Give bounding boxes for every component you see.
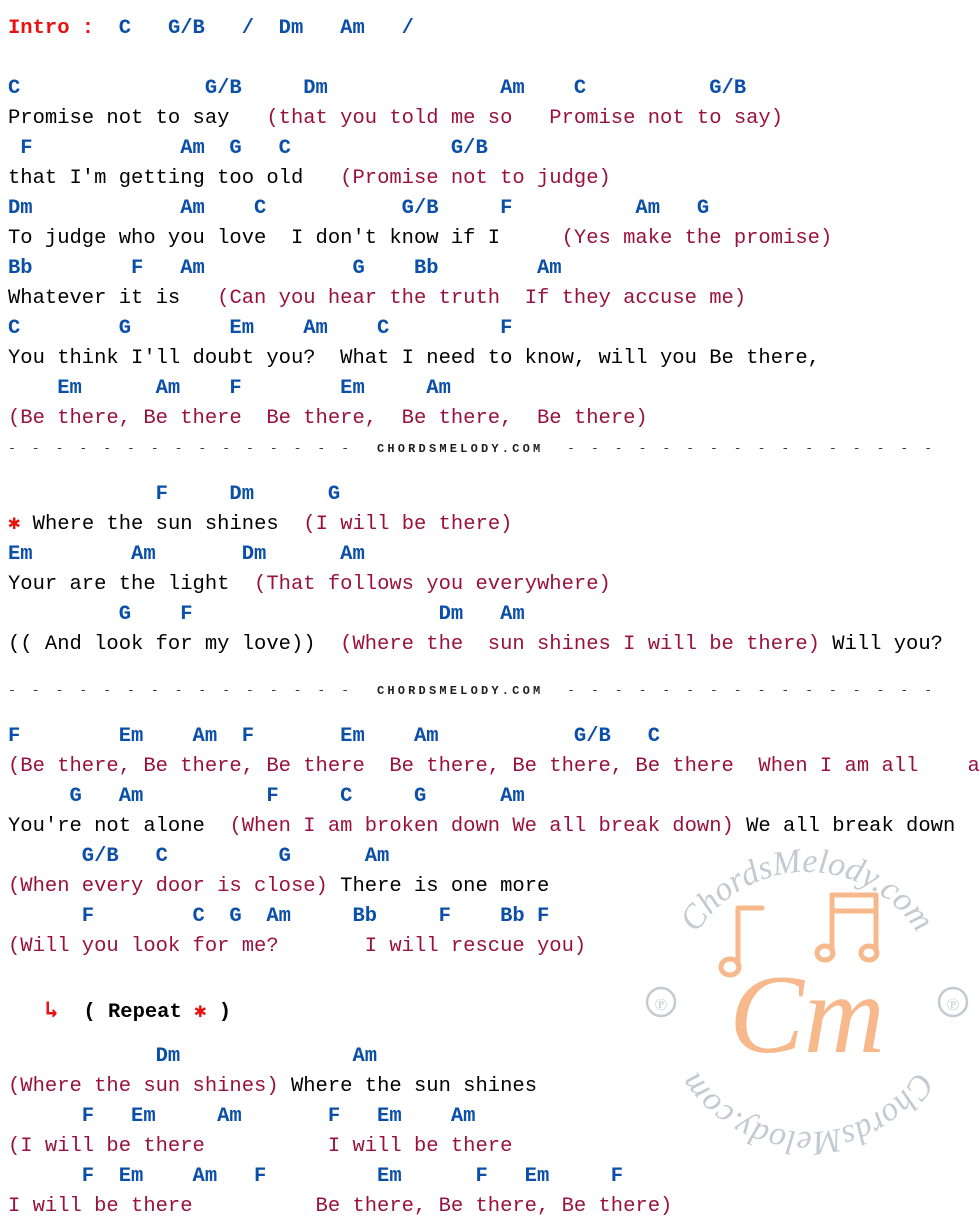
- lyric-segment: (I will be there I will be there: [8, 1135, 513, 1158]
- lyric-line: I will be there Be there, Be there, Be t…: [0, 1192, 980, 1222]
- lyric-segment: To judge who you love I don't know if I: [8, 227, 537, 250]
- intro-chords: C G/B / Dm Am /: [118, 17, 414, 40]
- chord-line: F Dm G: [8, 483, 341, 506]
- lyric-line: (I will be there I will be there: [0, 1132, 980, 1162]
- chord-line: F Em Am F Em Am G/B C: [8, 725, 661, 748]
- chord-line: C G/B Dm Am C G/B: [8, 77, 747, 100]
- lyric-segment: (Where the sun shines I will be there): [340, 633, 820, 656]
- lyric-line: Promise not to say (that you told me so …: [0, 104, 980, 134]
- lyric-line: that I'm getting too old (Promise not to…: [0, 164, 980, 194]
- repeat-line: ↳ ( Repeat ✱ ): [0, 996, 980, 1026]
- chord-line: Em Am F Em Am: [8, 377, 451, 400]
- lyric-segment: Whatever it is: [8, 287, 205, 310]
- lyric-segment: You're not alone: [8, 815, 230, 838]
- repeat-close: ): [206, 1001, 232, 1024]
- chord-line: F Em Am F Em Am: [8, 1105, 476, 1128]
- chord-line: G F Dm Am: [8, 603, 525, 626]
- lyric-segment: (Be there, Be there Be there, Be there, …: [8, 407, 648, 430]
- lyric-line: ✱ Where the sun shines (I will be there): [0, 510, 980, 540]
- lyric-segment: (I will be there): [303, 513, 513, 536]
- lyric-segment: (When every door is close): [8, 875, 328, 898]
- divider-2: - - - - - - - - - - - - - - - CHORDSMELO…: [0, 676, 980, 706]
- lyric-segment: (Where the sun shines): [8, 1075, 279, 1098]
- lyric-segment: Will you?: [819, 633, 943, 656]
- chord-line: Dm Am: [8, 1045, 378, 1068]
- divider-1: - - - - - - - - - - - - - - - CHORDSMELO…: [0, 434, 980, 464]
- lyric-segment: (Yes make the promise): [537, 227, 833, 250]
- lyric-line: (Where the sun shines) Where the sun shi…: [0, 1072, 980, 1102]
- lyric-segment: (Will you look for me? I will rescue you…: [8, 935, 587, 958]
- chord-line: G/B C G Am: [8, 845, 390, 868]
- lyric-segment: (When I am broken down We all break down…: [229, 815, 734, 838]
- lyric-segment: There is one more: [327, 875, 550, 898]
- intro-label: Intro :: [8, 17, 95, 40]
- chord-line: F Am G C G/B: [8, 137, 488, 160]
- repeat-open: ( Repeat: [83, 1001, 195, 1024]
- chord-line: Bb F Am G Bb Am: [8, 257, 562, 280]
- lyric-line: You think I'll doubt you? What I need to…: [0, 344, 980, 374]
- chord-line: G Am F C G Am: [8, 785, 525, 808]
- section-verse-2: F Em Am F Em Am G/B C (Be there, Be there…: [0, 722, 980, 962]
- repeat-star-icon: ✱: [194, 1001, 207, 1024]
- divider-brand-1: CHORDSMELODY.COM: [376, 442, 544, 456]
- chord-sheet: Intro : C G/B / Dm Am / C G/B Dm Am C G/…: [0, 0, 980, 1222]
- lyric-line: (Be there, Be there Be there, Be there, …: [0, 404, 980, 434]
- lyric-segment: [512, 107, 549, 130]
- lyric-segment: ✱: [8, 513, 21, 536]
- section-chorus: F Dm G ✱ Where the sun shines (I will be …: [0, 480, 980, 660]
- lyric-segment: Promise not to say: [8, 107, 267, 130]
- lyric-line: You're not alone (When I am broken down …: [0, 812, 980, 842]
- lyric-line: (Be there, Be there, Be there Be there, …: [0, 752, 980, 782]
- lyric-segment: Promise not to say): [549, 107, 784, 130]
- lyric-segment: Where the sun shines: [278, 1075, 537, 1098]
- section-verse-1: C G/B Dm Am C G/B Promise not to say (tha…: [0, 74, 980, 434]
- lyric-segment: (Be there, Be there, Be there Be there, …: [8, 755, 980, 778]
- lyric-segment: We all break down: [733, 815, 956, 838]
- repeat-arrow-icon: ↳: [44, 998, 59, 1024]
- lyric-segment: (Can you hear the truth If they accuse m…: [204, 287, 747, 310]
- divider-dashes-right: - - - - - - - - - - - - - - - -: [543, 683, 937, 698]
- lyric-line: (Will you look for me? I will rescue you…: [0, 932, 980, 962]
- lyric-segment: (That follows you everywhere): [254, 573, 611, 596]
- lyric-segment: that I'm getting too old: [8, 167, 328, 190]
- lyric-segment: Where the sun shines: [20, 513, 304, 536]
- lyric-line: Your are the light (That follows you eve…: [0, 570, 980, 600]
- chord-line: F Em Am F Em F Em F: [8, 1165, 624, 1188]
- divider-dashes-right: - - - - - - - - - - - - - - - -: [543, 441, 937, 456]
- lyric-line: (( And look for my love)) (Where the sun…: [0, 630, 980, 660]
- chord-line: C G Em Am C F: [8, 317, 513, 340]
- divider-dashes-left: - - - - - - - - - - - - - - -: [8, 683, 377, 698]
- lyric-segment: (that you told me so: [266, 107, 513, 130]
- lyric-segment: I will be there Be there, Be there, Be t…: [8, 1195, 673, 1218]
- divider-brand-2: CHORDSMELODY.COM: [376, 684, 544, 698]
- lyric-segment: Your are the light: [8, 573, 255, 596]
- section-outro: Dm Am (Where the sun shines) Where the su…: [0, 1042, 980, 1222]
- chord-line: F C G Am Bb F Bb F: [8, 905, 550, 928]
- chord-line: Em Am Dm Am: [8, 543, 365, 566]
- chord-line: Dm Am C G/B F Am G: [8, 197, 710, 220]
- lyric-line: Whatever it is (Can you hear the truth I…: [0, 284, 980, 314]
- lyric-segment: You think I'll doubt you? What I need to…: [8, 347, 820, 370]
- lyric-line: To judge who you love I don't know if I …: [0, 224, 980, 254]
- lyric-line: (When every door is close) There is one …: [0, 872, 980, 902]
- lyric-segment: (Promise not to judge): [327, 167, 611, 190]
- intro-line: Intro : C G/B / Dm Am /: [0, 14, 980, 44]
- lyric-segment: (( And look for my love)): [8, 633, 341, 656]
- divider-dashes-left: - - - - - - - - - - - - - - -: [8, 441, 377, 456]
